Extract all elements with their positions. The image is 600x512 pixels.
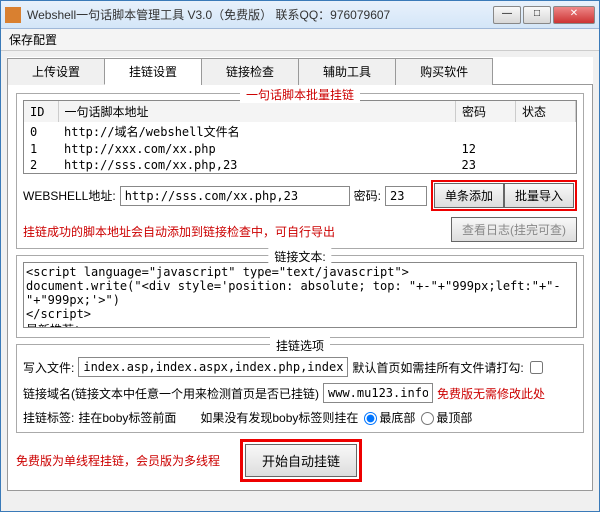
tab-aux[interactable]: 辅助工具: [298, 58, 396, 85]
col-id: ID: [24, 101, 58, 122]
tabs: 上传设置 挂链设置 链接检查 辅助工具 购买软件: [7, 57, 593, 85]
menu-save[interactable]: 保存配置: [9, 33, 57, 47]
minimize-button[interactable]: —: [493, 6, 521, 24]
tag-before-text: 挂在boby标签前面: [78, 409, 176, 426]
start-highlight: 开始自动挂链: [240, 439, 362, 482]
opt-bottom[interactable]: 最底部: [362, 409, 415, 426]
table-row[interactable]: 1http://xxx.com/xx.php12: [24, 141, 576, 157]
group-batch: 一句话脚本批量挂链 ID 一句话脚本地址 密码 状态 0http://域名/we…: [16, 93, 584, 249]
titlebar: Webshell一句话脚本管理工具 V3.0（免费版） 联系QQ：9760796…: [1, 1, 599, 29]
radio-bottom[interactable]: [364, 412, 377, 425]
add-batch-button[interactable]: 批量导入: [504, 183, 574, 208]
group-batch-title: 一句话脚本批量挂链: [240, 86, 360, 103]
opt-top[interactable]: 最顶部: [419, 409, 472, 426]
maximize-button[interactable]: □: [523, 6, 551, 24]
tab-link-setup[interactable]: 挂链设置: [104, 58, 202, 85]
app-icon: [5, 7, 21, 23]
radio-top[interactable]: [421, 412, 434, 425]
addr-label: WEBSHELL地址:: [23, 187, 116, 204]
default-label: 默认首页如需挂所有文件请打勾:: [352, 359, 523, 376]
close-button[interactable]: ✕: [553, 6, 595, 24]
domain-hint: 免费版无需修改此处: [437, 385, 545, 402]
tab-buy[interactable]: 购买软件: [395, 58, 493, 85]
shell-table[interactable]: ID 一句话脚本地址 密码 状态 0http://域名/webshell文件名 …: [23, 100, 577, 174]
domain-label: 链接域名(链接文本中任意一个用来检测首页是否已挂链): [23, 385, 319, 402]
start-button[interactable]: 开始自动挂链: [245, 444, 357, 477]
write-label: 写入文件:: [23, 359, 74, 376]
pwd-label: 密码:: [354, 187, 381, 204]
table-row[interactable]: 0http://域名/webshell文件名: [24, 122, 576, 141]
view-log-button[interactable]: 查看日志(挂完可查): [451, 217, 577, 242]
window-title: Webshell一句话脚本管理工具 V3.0（免费版） 联系QQ：9760796…: [27, 6, 493, 23]
footer-note: 免费版为单线程挂链，会员版为多线程: [16, 452, 220, 469]
menubar: 保存配置: [1, 29, 599, 51]
table-row[interactable]: 2http://sss.com/xx.php,2323: [24, 157, 576, 173]
add-buttons-highlight: 单条添加 批量导入: [431, 180, 577, 211]
group-text-title: 链接文本:: [268, 248, 331, 265]
script-textarea[interactable]: <script language="javascript" type="text…: [23, 262, 577, 328]
write-input[interactable]: [78, 357, 348, 377]
pwd-input[interactable]: [385, 186, 427, 206]
group-link-text: 链接文本: <script language="javascript" type…: [16, 255, 584, 338]
col-status: 状态: [516, 101, 576, 122]
tag-mid-text: 如果没有发现boby标签则挂在: [200, 409, 358, 426]
domain-input[interactable]: [323, 383, 433, 403]
group-opts-title: 挂链选项: [270, 337, 330, 354]
all-files-checkbox[interactable]: [530, 361, 543, 374]
addr-input[interactable]: [120, 186, 350, 206]
tab-link-check[interactable]: 链接检查: [201, 58, 299, 85]
tag-label: 挂链标签:: [23, 409, 74, 426]
col-addr: 一句话脚本地址: [58, 101, 456, 122]
group-options: 挂链选项 写入文件: 默认首页如需挂所有文件请打勾: 链接域名(链接文本中任意一…: [16, 344, 584, 433]
batch-hint: 挂链成功的脚本地址会自动添加到链接检查中，可自行导出: [23, 223, 447, 240]
add-single-button[interactable]: 单条添加: [434, 183, 504, 208]
tab-upload[interactable]: 上传设置: [7, 58, 105, 85]
col-pwd: 密码: [456, 101, 516, 122]
